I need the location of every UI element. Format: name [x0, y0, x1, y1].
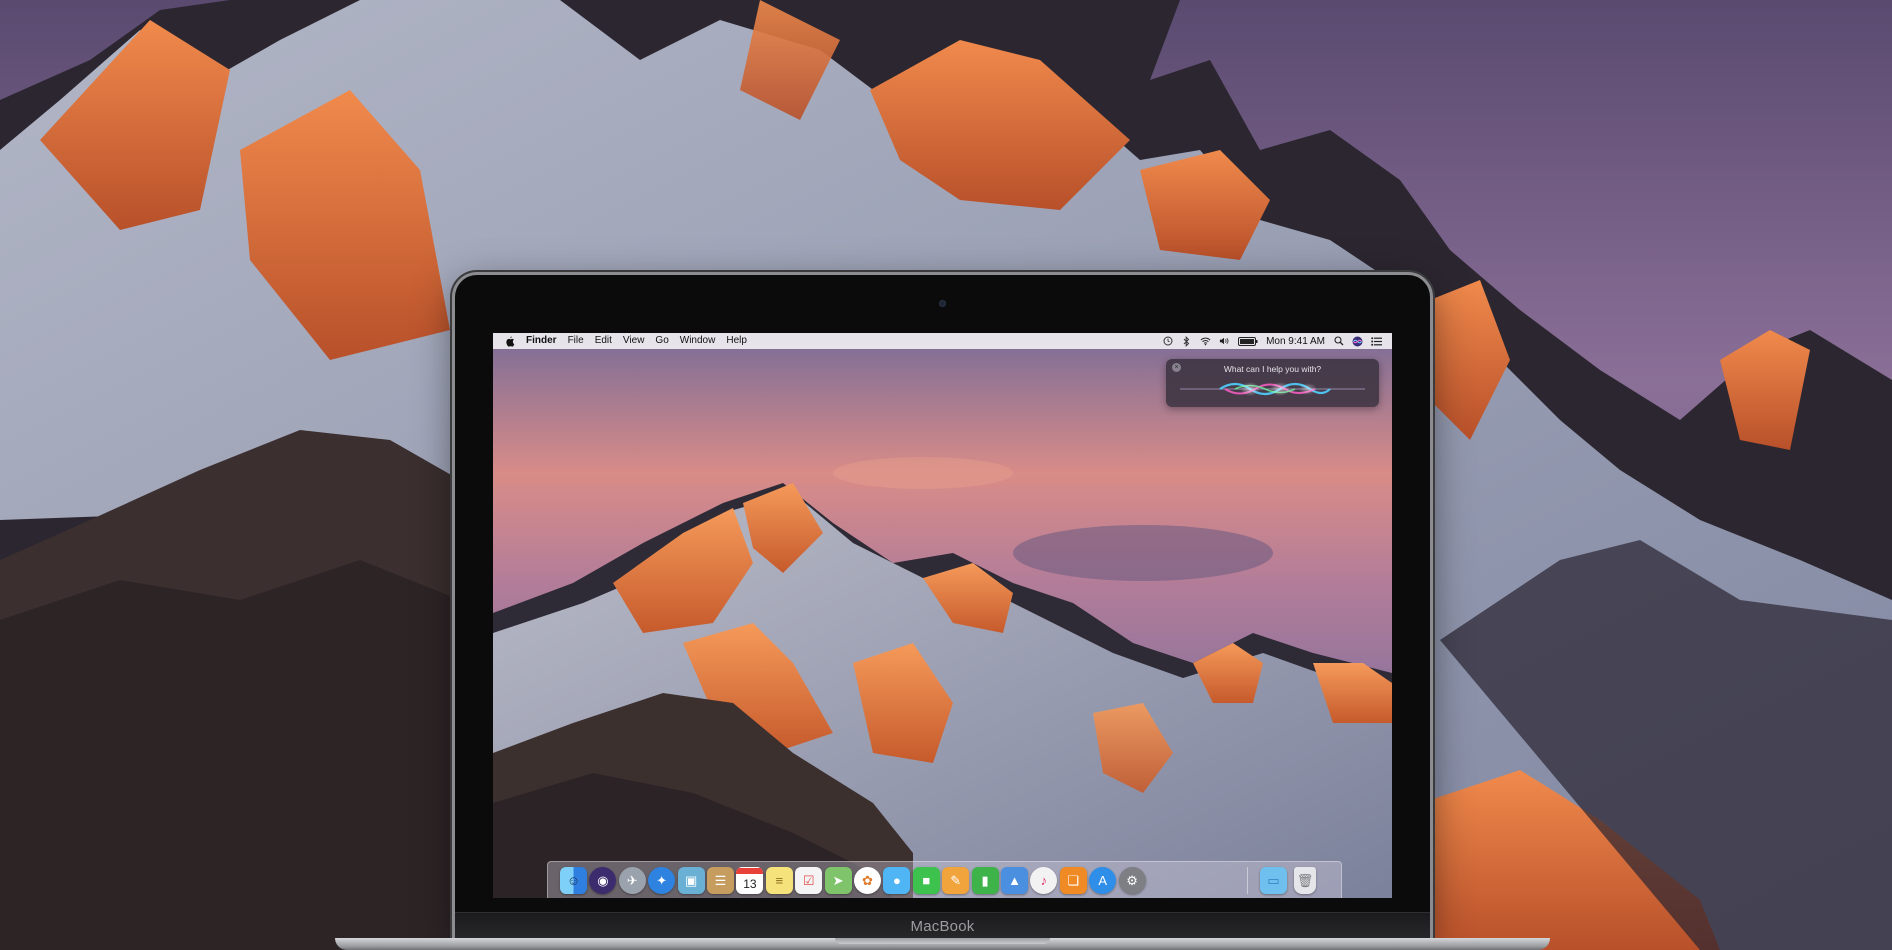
notification-center-icon[interactable] [1371, 336, 1382, 347]
ibooks-icon[interactable]: ❏ [1059, 867, 1087, 894]
siri-icon[interactable] [1352, 336, 1363, 347]
notes-icon[interactable]: ≡ [765, 867, 793, 894]
menu-edit[interactable]: Edit [595, 333, 612, 349]
macbook-label: MacBook [910, 918, 975, 935]
wifi-icon[interactable] [1200, 336, 1211, 347]
keynote-icon[interactable]: ▲ [1001, 867, 1028, 894]
pages-icon[interactable]: ✎ [942, 867, 970, 894]
messages-icon[interactable]: ● [883, 867, 911, 894]
screen: Finder File Edit View Go Window Help Mon… [493, 333, 1392, 898]
bluetooth-icon[interactable] [1181, 335, 1192, 347]
siri-waveform-icon [1180, 382, 1365, 396]
macbook-base-notch [835, 938, 1050, 944]
screen-wallpaper [493, 333, 1392, 898]
apple-menu-icon[interactable] [503, 335, 517, 347]
menu-help[interactable]: Help [726, 333, 747, 349]
dock: ☺ ◉ ✈ ✦ ▣ ☰ 13 ≡ ☑ ➤ ✿ ● ■ ✎ ▮ ▲ ♪ ❏ A ⚙ ▭ 🗑 [547, 861, 1342, 898]
siri-panel: × What can I help you with? [1166, 359, 1379, 407]
time-machine-icon[interactable] [1162, 336, 1173, 347]
dock-separator [1247, 867, 1248, 894]
menu-bar: Finder File Edit View Go Window Help Mon… [493, 333, 1392, 349]
photos-icon[interactable]: ✿ [854, 867, 881, 894]
siri-icon[interactable]: ◉ [589, 867, 617, 894]
reminders-icon[interactable]: ☑ [795, 867, 823, 894]
spotlight-icon[interactable] [1333, 336, 1344, 347]
finder-icon[interactable]: ☺ [560, 867, 587, 894]
volume-icon[interactable] [1219, 336, 1230, 347]
menu-extras: Mon 9:41 AM [1162, 333, 1382, 349]
menu-window[interactable]: Window [680, 333, 716, 349]
calendar-date: 13 [743, 876, 757, 891]
numbers-icon[interactable]: ▮ [971, 867, 999, 894]
menu-view[interactable]: View [623, 333, 645, 349]
itunes-icon[interactable]: ♪ [1030, 867, 1058, 894]
menu-clock[interactable]: Mon 9:41 AM [1266, 336, 1325, 347]
system-preferences-icon[interactable]: ⚙ [1118, 867, 1146, 894]
camera [939, 300, 946, 307]
menu-app-name[interactable]: Finder [526, 333, 557, 349]
battery-icon[interactable] [1238, 336, 1258, 347]
app-store-icon[interactable]: A [1089, 867, 1117, 894]
macbook-display-bezel: Finder File Edit View Go Window Help Mon… [455, 275, 1430, 939]
maps-icon[interactable]: ➤ [824, 867, 852, 894]
photos-preview-icon[interactable]: ▣ [677, 867, 705, 894]
macbook: Finder File Edit View Go Window Help Mon… [335, 275, 1550, 950]
launchpad-icon[interactable]: ✈ [618, 867, 646, 894]
macbook-chin: MacBook [455, 912, 1430, 939]
siri-prompt-text: What can I help you with? [1223, 364, 1322, 374]
facetime-icon[interactable]: ■ [912, 867, 940, 894]
menu-file[interactable]: File [568, 333, 584, 349]
folder-icon[interactable]: ▭ [1260, 867, 1287, 894]
safari-icon[interactable]: ✦ [648, 867, 676, 894]
contacts-icon[interactable]: ☰ [707, 867, 734, 894]
trash-icon[interactable]: 🗑 [1294, 867, 1316, 894]
calendar-icon[interactable]: 13 [736, 867, 764, 894]
menu-go[interactable]: Go [655, 333, 668, 349]
